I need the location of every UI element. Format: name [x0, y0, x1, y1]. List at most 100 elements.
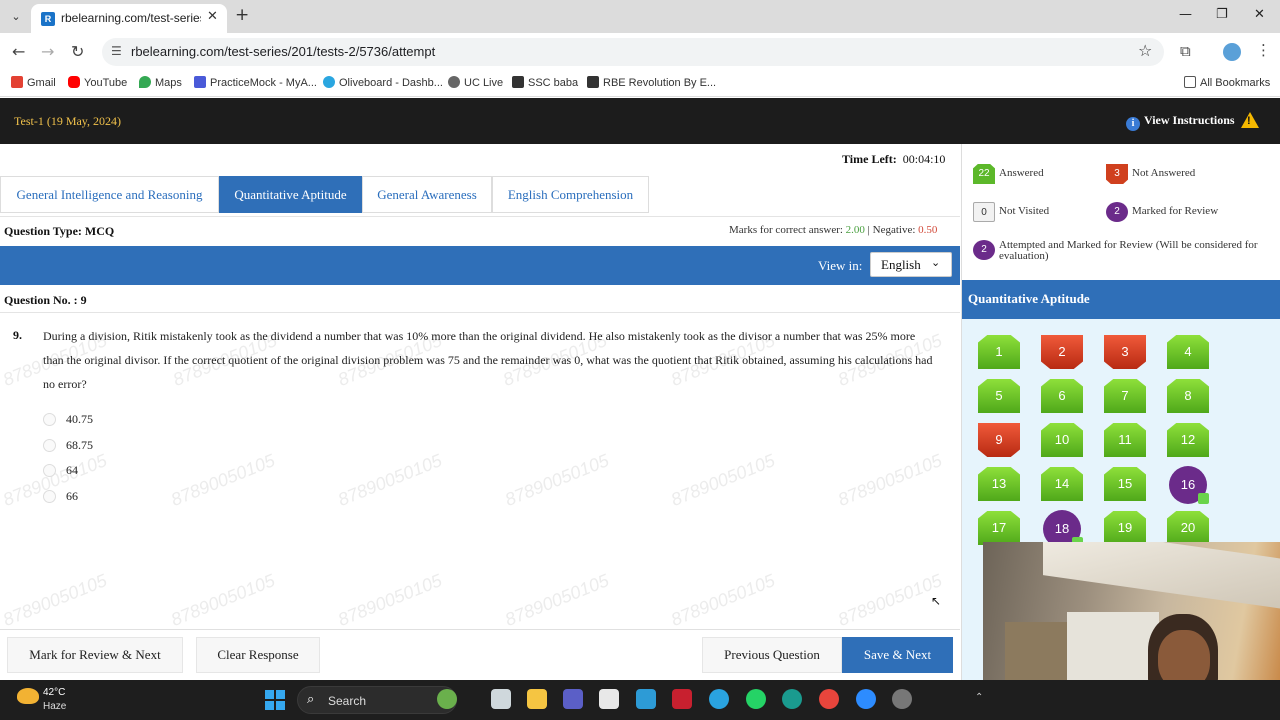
reload-icon[interactable]: ↻	[71, 42, 84, 61]
file-explorer-icon[interactable]	[527, 689, 547, 709]
app-icon[interactable]	[636, 689, 656, 709]
url-omnibox[interactable]: ☰ rbelearning.com/test-series/201/tests-…	[102, 38, 1164, 66]
not-answered-badge: 3	[1106, 164, 1128, 184]
browser-tab-bar: ⌄ R rbelearning.com/test-series/20 ✕ + —…	[0, 0, 1280, 33]
close-window-icon[interactable]: ✕	[1254, 7, 1265, 22]
previous-question-button[interactable]: Previous Question	[702, 637, 842, 673]
palette-question-7[interactable]: 7	[1104, 379, 1146, 413]
view-instructions-link[interactable]: i View Instructions	[1126, 113, 1235, 131]
whatsapp-icon[interactable]	[746, 689, 766, 709]
extensions-icon[interactable]: ⧉	[1180, 42, 1191, 60]
zoom-icon[interactable]	[856, 689, 876, 709]
palette-question-13[interactable]: 13	[978, 467, 1020, 501]
new-tab-icon[interactable]: +	[235, 5, 249, 25]
start-menu-icon[interactable]	[265, 690, 285, 710]
rbe-icon	[587, 76, 599, 88]
bookmark-uc-live[interactable]: UC Live	[448, 76, 503, 89]
palette-question-8[interactable]: 8	[1167, 379, 1209, 413]
weather-condition[interactable]: Haze	[43, 701, 66, 712]
back-icon[interactable]: ←	[12, 42, 25, 61]
bookmark-youtube[interactable]: YouTube	[68, 76, 127, 89]
palette-question-15[interactable]: 15	[1104, 467, 1146, 501]
close-tab-icon[interactable]: ✕	[207, 9, 218, 24]
palette-question-1[interactable]: 1	[978, 335, 1020, 369]
browser-tab[interactable]: R rbelearning.com/test-series/20 ✕	[31, 4, 227, 33]
question-number-label: Question No. : 9	[4, 293, 87, 307]
tab-quantitative-aptitude[interactable]: Quantitative Aptitude	[219, 176, 362, 213]
store-icon[interactable]	[599, 689, 619, 709]
question-text: During a division, Ritik mistakenly took…	[43, 329, 933, 391]
answered-tick-icon	[1198, 493, 1209, 504]
palette-question-11[interactable]: 11	[1104, 423, 1146, 457]
tab-general-intelligence[interactable]: General Intelligence and Reasoning	[0, 176, 219, 213]
palette-question-5[interactable]: 5	[978, 379, 1020, 413]
bookmark-rbe-revolution[interactable]: RBE Revolution By E...	[587, 76, 716, 89]
palette-question-16[interactable]: 16	[1169, 466, 1209, 504]
all-bookmarks[interactable]: All Bookmarks	[1184, 76, 1270, 89]
palette-question-9[interactable]: 9	[978, 423, 1020, 457]
palette-question-4[interactable]: 4	[1167, 335, 1209, 369]
palette-question-19[interactable]: 19	[1104, 511, 1146, 545]
palette-question-14[interactable]: 14	[1041, 467, 1083, 501]
chevron-down-icon: ⌄	[931, 256, 941, 269]
bookmark-gmail[interactable]: Gmail	[11, 76, 56, 89]
bookmark-practicemock[interactable]: PracticeMock - MyA...	[194, 76, 317, 89]
tab-general-awareness[interactable]: General Awareness	[362, 176, 492, 213]
radio-button[interactable]	[43, 413, 56, 426]
globe-icon	[448, 76, 460, 88]
bookmarks-bar: Gmail YouTube Maps PracticeMock - MyA...…	[0, 71, 1280, 97]
bookmark-ssc-baba[interactable]: SSC baba	[512, 76, 578, 89]
edge-icon[interactable]	[782, 689, 802, 709]
time-left: Time Left: 00:04:10	[842, 152, 946, 166]
settings-icon[interactable]	[892, 689, 912, 709]
telegram-icon[interactable]	[709, 689, 729, 709]
url-text[interactable]: rbelearning.com/test-series/201/tests-2/…	[131, 44, 435, 59]
radio-button[interactable]	[43, 490, 56, 503]
radio-button[interactable]	[43, 464, 56, 477]
warning-icon[interactable]: !	[1241, 112, 1259, 128]
maximize-icon[interactable]: ❐	[1216, 7, 1228, 22]
radio-button[interactable]	[43, 439, 56, 452]
browser-menu-icon[interactable]: ⋮	[1256, 41, 1271, 59]
widget-icon[interactable]	[437, 689, 457, 709]
weather-icon[interactable]	[17, 688, 39, 704]
bookmark-oliveboard[interactable]: Oliveboard - Dashb...	[323, 76, 443, 89]
chrome-icon[interactable]	[819, 689, 839, 709]
minimize-icon[interactable]: —	[1179, 7, 1192, 22]
chevron-up-icon[interactable]: ⌃	[975, 692, 983, 703]
task-view-icon[interactable]	[491, 689, 511, 709]
palette-question-6[interactable]: 6	[1041, 379, 1083, 413]
site-favicon-icon: R	[41, 12, 55, 26]
folder-icon	[1184, 76, 1196, 88]
info-icon: i	[1126, 117, 1140, 131]
weather-temperature[interactable]: 42°C	[43, 687, 65, 698]
palette-question-20[interactable]: 20	[1167, 511, 1209, 545]
site-info-icon[interactable]: ☰	[111, 44, 122, 58]
teams-icon[interactable]	[563, 689, 583, 709]
tab-english-comprehension[interactable]: English Comprehension	[492, 176, 649, 213]
palette-question-2[interactable]: 2	[1041, 335, 1083, 369]
language-select[interactable]: English ⌄	[870, 252, 952, 277]
windows-taskbar: 42°C Haze ⌕ Search ⌃	[0, 680, 1280, 720]
question-type: Question Type: MCQ	[4, 224, 115, 238]
mcafee-icon[interactable]	[672, 689, 692, 709]
exam-header: Test-1 (19 May, 2024) i View Instructions…	[0, 98, 1280, 144]
search-icon: ⌕	[307, 692, 315, 707]
time-left-value: 00:04:10	[902, 152, 946, 166]
save-next-button[interactable]: Save & Next	[842, 637, 953, 673]
mark-review-next-button[interactable]: Mark for Review & Next	[7, 637, 183, 673]
palette-question-12[interactable]: 12	[1167, 423, 1209, 457]
palette-question-3[interactable]: 3	[1104, 335, 1146, 369]
palette-section-title: Quantitative Aptitude	[968, 291, 1090, 306]
question-number: 9.	[13, 328, 22, 342]
clear-response-button[interactable]: Clear Response	[196, 637, 320, 673]
taskbar-search[interactable]: ⌕ Search	[297, 686, 457, 714]
marks-negative: 0.50	[918, 224, 938, 236]
palette-question-10[interactable]: 10	[1041, 423, 1083, 457]
palette-question-17[interactable]: 17	[978, 511, 1020, 545]
bookmark-maps[interactable]: Maps	[139, 76, 182, 89]
profile-avatar-icon[interactable]	[1223, 43, 1241, 61]
forward-icon[interactable]: →	[41, 42, 54, 61]
tab-search-icon[interactable]: ⌄	[6, 7, 26, 27]
bookmark-star-icon[interactable]: ☆	[1138, 41, 1152, 60]
